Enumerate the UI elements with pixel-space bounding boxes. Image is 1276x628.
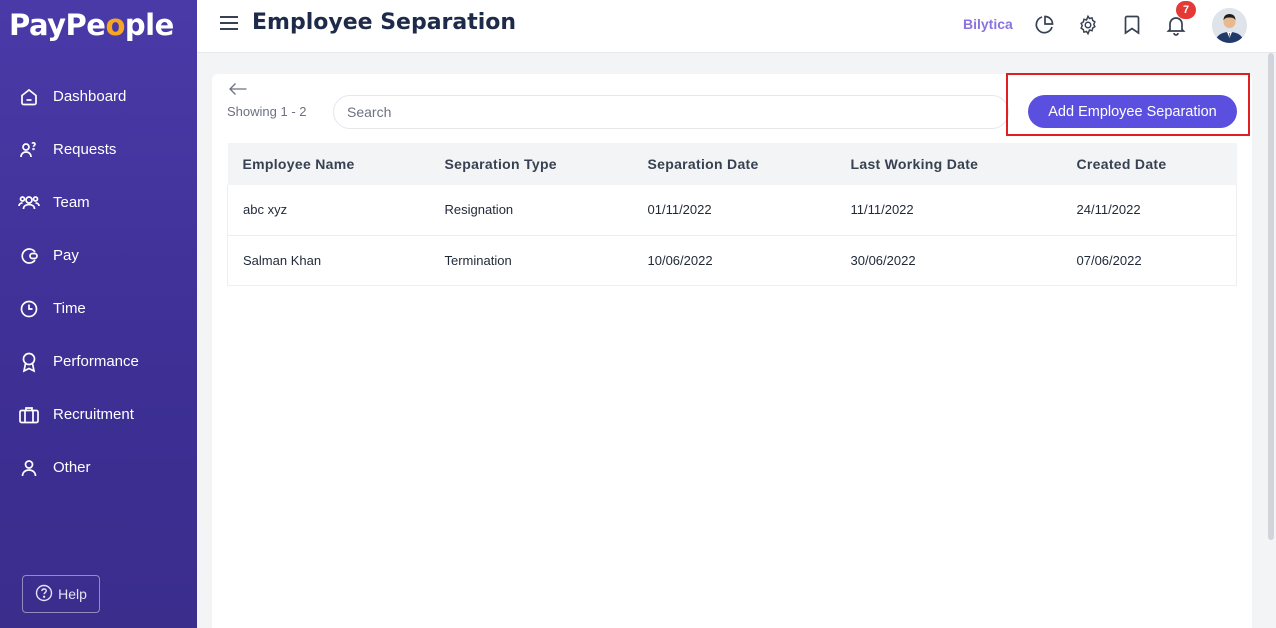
app-logo[interactable]: PayPeople — [9, 8, 174, 42]
employee-name-cell: Salman Khan — [227, 235, 430, 286]
created-date-cell: 07/06/2022 — [1061, 235, 1237, 286]
sidebar-item-time[interactable]: Time — [0, 282, 197, 335]
sidebar-item-recruitment[interactable]: Recruitment — [0, 388, 197, 441]
page-scrollbar[interactable] — [1266, 53, 1276, 628]
company-name[interactable]: Bilytica — [963, 16, 1013, 32]
sidebar: PayPeople Dashboard Requests Team Pay Ti… — [0, 0, 197, 628]
sidebar-item-requests[interactable]: Requests — [0, 123, 197, 176]
sidebar-item-label: Requests — [53, 141, 117, 158]
bookmark-icon[interactable] — [1120, 13, 1144, 37]
sidebar-item-pay[interactable]: Pay — [0, 229, 197, 282]
sidebar-item-label: Team — [53, 194, 90, 211]
table-row[interactable]: abc xyz Resignation 01/11/2022 11/11/202… — [227, 185, 1237, 236]
column-header[interactable]: Employee Name — [228, 143, 430, 185]
user-icon — [18, 457, 40, 479]
top-header: Employee Separation Bilytica 7 — [197, 0, 1276, 53]
sidebar-item-other[interactable]: Other — [0, 441, 197, 494]
search-input[interactable] — [333, 95, 1009, 129]
column-header[interactable]: Separation Date — [633, 143, 836, 185]
last-working-date-cell: 11/11/2022 — [835, 185, 1062, 236]
team-icon — [18, 192, 40, 214]
help-label: Help — [58, 586, 87, 602]
sidebar-item-label: Dashboard — [53, 88, 127, 105]
separation-date-cell: 01/11/2022 — [632, 185, 836, 236]
sidebar-item-label: Other — [53, 459, 91, 476]
back-arrow-icon[interactable] — [228, 82, 248, 101]
help-button[interactable]: Help — [22, 575, 100, 613]
gear-icon[interactable] — [1076, 13, 1100, 37]
clock-icon — [18, 298, 40, 320]
separation-date-cell: 10/06/2022 — [632, 235, 836, 286]
last-working-date-cell: 30/06/2022 — [835, 235, 1062, 286]
employee-name-cell: abc xyz — [227, 185, 430, 236]
help-circle-icon — [35, 584, 53, 605]
sidebar-item-label: Pay — [53, 247, 79, 264]
column-header[interactable]: Created Date — [1062, 143, 1237, 185]
add-employee-separation-button[interactable]: Add Employee Separation — [1028, 95, 1237, 128]
table-row[interactable]: Salman Khan Termination 10/06/2022 30/06… — [227, 235, 1237, 286]
sidebar-item-label: Time — [53, 300, 86, 317]
column-header[interactable]: Separation Type — [430, 143, 633, 185]
separation-type-cell: Resignation — [429, 185, 633, 236]
sidebar-item-label: Recruitment — [53, 406, 134, 423]
hamburger-menu-icon[interactable] — [220, 16, 238, 32]
briefcase-icon — [18, 404, 40, 426]
showing-count: Showing 1 - 2 — [227, 104, 307, 119]
page-title: Employee Separation — [252, 10, 517, 35]
wallet-icon — [18, 245, 40, 267]
sidebar-nav: Dashboard Requests Team Pay Time Perform… — [0, 70, 197, 494]
sidebar-item-label: Performance — [53, 353, 139, 370]
sidebar-item-team[interactable]: Team — [0, 176, 197, 229]
column-header[interactable]: Last Working Date — [836, 143, 1062, 185]
requests-icon — [18, 139, 40, 161]
notification-badge: 7 — [1176, 1, 1196, 19]
sidebar-item-performance[interactable]: Performance — [0, 335, 197, 388]
separation-type-cell: Termination — [429, 235, 633, 286]
scrollbar-thumb[interactable] — [1268, 53, 1274, 540]
separation-table: Employee Name Separation Type Separation… — [227, 143, 1237, 286]
table-header-row: Employee Name Separation Type Separation… — [227, 143, 1237, 185]
home-icon — [18, 86, 40, 108]
created-date-cell: 24/11/2022 — [1061, 185, 1237, 236]
avatar[interactable] — [1212, 8, 1247, 43]
pie-chart-icon[interactable] — [1032, 13, 1056, 37]
separation-card: Showing 1 - 2 Add Employee Separation Em… — [212, 73, 1252, 628]
award-icon — [18, 351, 40, 373]
sidebar-item-dashboard[interactable]: Dashboard — [0, 70, 197, 123]
